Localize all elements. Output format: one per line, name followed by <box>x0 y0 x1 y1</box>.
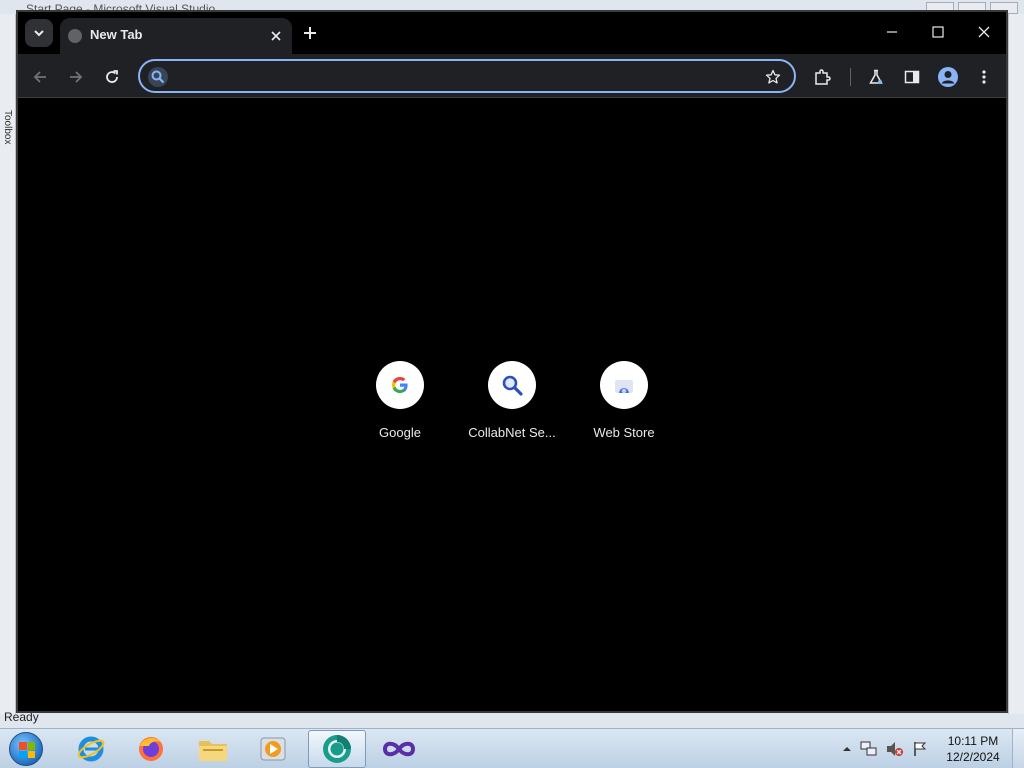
address-bar[interactable] <box>138 59 796 93</box>
extensions-button[interactable] <box>808 63 836 91</box>
shortcut-label: Web Store <box>593 425 655 440</box>
tab-new-tab[interactable]: New Tab <box>60 18 292 54</box>
tab-close-button[interactable] <box>266 26 286 46</box>
show-desktop-button[interactable] <box>1012 729 1024 768</box>
maximize-button[interactable] <box>916 18 960 46</box>
close-icon <box>978 26 990 38</box>
flask-icon <box>869 69 883 84</box>
taskbar-visual-studio[interactable] <box>370 730 428 768</box>
address-input[interactable] <box>176 64 756 88</box>
collabnet-search-icon <box>502 375 523 396</box>
tab-title: New Tab <box>90 27 143 42</box>
clock-date: 12/2/2024 <box>946 750 1000 764</box>
close-icon <box>271 31 281 41</box>
shortcut-web-store[interactable]: Web Store <box>568 361 680 457</box>
taskbar-firefox[interactable] <box>122 730 180 768</box>
new-tab-button[interactable] <box>298 21 322 45</box>
action-center-flag-icon[interactable] <box>912 741 928 757</box>
shortcut-label: Google <box>379 425 421 440</box>
taskbar-browser[interactable] <box>308 730 366 768</box>
tab-strip: New Tab <box>18 12 1006 54</box>
side-panel-icon <box>904 70 920 84</box>
system-tray <box>842 737 928 761</box>
browser-toolbar <box>18 54 1006 98</box>
shortcut-icon-circle <box>376 361 424 409</box>
forward-button[interactable] <box>62 63 90 91</box>
side-panel-button[interactable] <box>898 63 926 91</box>
background-right-panel <box>1008 14 1024 714</box>
network-icon[interactable] <box>860 741 878 757</box>
google-g-icon <box>392 377 408 393</box>
browser-window: New Tab Google CollabNet Se... Web Store <box>16 10 1008 713</box>
media-player-icon <box>260 737 286 761</box>
clock-time: 10:11 PM <box>947 734 999 748</box>
taskbar-file-explorer[interactable] <box>184 730 242 768</box>
taskbar-media-player[interactable] <box>244 730 302 768</box>
puzzle-icon <box>815 69 831 85</box>
tab-search-button[interactable] <box>25 19 53 47</box>
chrome-beta-icon <box>323 735 351 763</box>
arrow-left-icon <box>33 71 46 83</box>
reload-icon <box>106 70 118 83</box>
shortcut-collabnet-search[interactable]: CollabNet Se... <box>456 361 568 457</box>
folder-icon <box>199 741 227 761</box>
back-button[interactable] <box>26 63 54 91</box>
more-vert-icon <box>982 70 986 84</box>
taskbar: 10:11 PM 12/2/2024 <box>0 728 1024 768</box>
clock[interactable]: 10:11 PM 12/2/2024 <box>940 733 1006 765</box>
chevron-down-icon <box>34 30 44 37</box>
taskbar-internet-explorer[interactable] <box>62 730 120 768</box>
labs-button[interactable] <box>862 63 890 91</box>
chevron-up-icon[interactable] <box>842 744 852 754</box>
windows-logo-icon <box>9 732 43 766</box>
menu-button[interactable] <box>970 63 998 91</box>
firefox-icon <box>139 737 163 761</box>
shortcut-icon-circle <box>488 361 536 409</box>
minimize-button[interactable] <box>870 18 914 46</box>
search-icon <box>148 67 168 87</box>
toolbar-divider <box>850 68 851 86</box>
plus-icon <box>304 27 316 39</box>
profile-button[interactable] <box>934 63 962 91</box>
toolbox-tab[interactable]: Toolbox <box>2 110 13 144</box>
arrow-right-icon <box>70 71 83 83</box>
shortcut-icon-circle <box>600 361 648 409</box>
shortcut-google[interactable]: Google <box>344 361 456 457</box>
globe-icon <box>68 29 82 43</box>
ie-icon <box>77 736 105 762</box>
start-button[interactable] <box>6 731 46 767</box>
reload-button[interactable] <box>98 63 126 91</box>
star-icon <box>765 69 781 84</box>
maximize-icon <box>932 26 944 38</box>
minimize-icon <box>887 31 897 33</box>
background-left-panel: Toolbox <box>0 14 16 714</box>
bookmark-star-button[interactable] <box>762 66 784 88</box>
avatar-icon <box>938 67 958 87</box>
web-store-icon <box>615 380 633 394</box>
shortcut-label: CollabNet Se... <box>468 425 556 440</box>
visual-studio-icon <box>382 741 416 757</box>
close-window-button[interactable] <box>962 18 1006 46</box>
volume-muted-icon[interactable] <box>886 741 904 757</box>
new-tab-page: Google CollabNet Se... Web Store <box>18 99 1006 711</box>
